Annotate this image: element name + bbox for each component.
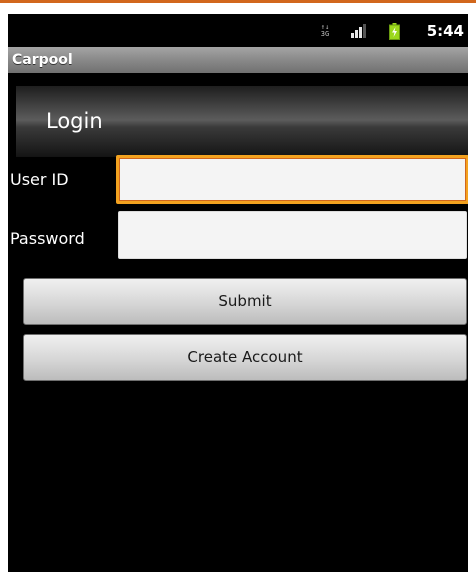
- password-label: Password: [10, 229, 85, 248]
- page-title: Login: [46, 109, 103, 133]
- create-account-button[interactable]: Create Account: [23, 334, 467, 381]
- network-type-icon: ↑↓ 3G: [319, 24, 331, 40]
- user-id-field[interactable]: [116, 155, 468, 204]
- submit-button[interactable]: Submit: [23, 278, 467, 325]
- user-id-label: User ID: [10, 170, 69, 189]
- login-header: Login: [16, 86, 468, 157]
- network-type-label: 3G: [320, 30, 330, 38]
- app-title: Carpool: [12, 52, 73, 68]
- password-field[interactable]: [118, 211, 467, 259]
- status-time: 5:44: [426, 22, 464, 40]
- signal-bars-icon: [351, 24, 366, 38]
- status-bar: ↑↓ 3G 5:44: [8, 14, 468, 47]
- top-accent-bar: [0, 0, 476, 3]
- app-title-bar: Carpool: [8, 47, 468, 73]
- battery-charging-icon: [389, 23, 400, 40]
- phone-screen: ↑↓ 3G 5:44 Carpool Login User ID Passwor…: [8, 14, 468, 572]
